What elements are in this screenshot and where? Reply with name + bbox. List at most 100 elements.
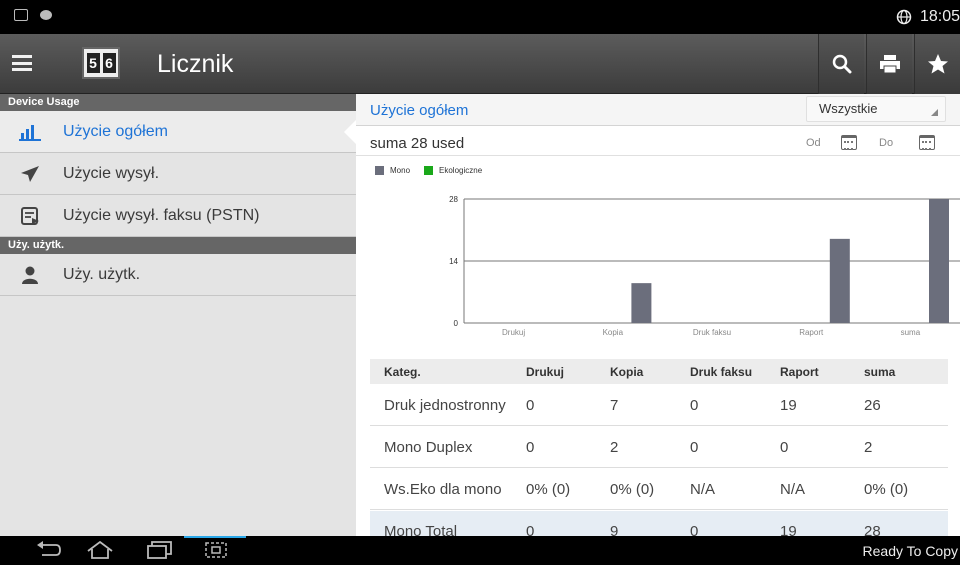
table-cell: 0 (780, 438, 789, 456)
table-cell: N/A (690, 480, 716, 498)
table-row-total: Mono Total 0 9 0 19 28 (370, 511, 948, 536)
table-cell: Mono Duplex (384, 438, 473, 456)
table-row: Druk jednostronny 0 7 0 19 26 (370, 385, 948, 426)
menu-icon[interactable] (12, 55, 32, 71)
sidebar-item-total-usage[interactable]: Użycie ogółem (0, 111, 357, 153)
table-cell: N/A (780, 480, 806, 498)
table-cell: 0 (526, 438, 535, 456)
table-cell: 2 (864, 438, 873, 456)
y-tick-label: 0 (454, 319, 459, 328)
bar-suma (929, 199, 949, 323)
sidebar-item-label: Użycie ogółem (63, 122, 168, 140)
y-tick-label: 28 (449, 195, 458, 204)
x-tick-label: Druk faksu (693, 328, 731, 337)
table-cell: Mono Total (384, 522, 458, 537)
table-cell: 0 (526, 522, 535, 537)
table-row: Ws.Eko dla mono 0% (0) 0% (0) N/A N/A 0%… (370, 469, 948, 510)
back-icon[interactable] (36, 541, 62, 559)
table-cell: 9 (610, 522, 619, 537)
printer-status-text: Ready To Copy (862, 543, 958, 559)
print-button[interactable] (866, 34, 912, 94)
star-icon (927, 54, 948, 74)
image-icon (14, 9, 28, 21)
chart-legend: Mono Ekologiczne (375, 166, 482, 175)
main-panel: Użycie ogółem Wszystkie suma 28 used Od … (356, 94, 960, 536)
search-icon (832, 54, 851, 74)
table-cell: 0% (0) (610, 480, 655, 498)
date-to-label: Do (879, 137, 894, 149)
summary-total: suma 28 used (370, 135, 465, 152)
table-cell: 0 (690, 396, 699, 414)
x-tick-label: Raport (799, 328, 824, 337)
clock: 18:05 (919, 8, 960, 25)
table-cell: Druk jednostronny (384, 396, 506, 414)
table-cell: 0 (526, 396, 535, 414)
legend-label-mono: Mono (390, 166, 411, 175)
bug-icon (40, 10, 52, 20)
active-indicator (184, 536, 246, 538)
sidebar: Device Usage Użycie ogółem Użycie wysył. (0, 94, 357, 536)
recent-apps-icon[interactable] (146, 541, 174, 559)
table-cell: 0 (690, 438, 699, 456)
page-title: Użycie ogółem (370, 102, 469, 119)
section-header-device-usage: Device Usage (0, 94, 356, 111)
bar-kopia (631, 283, 652, 323)
legend-swatch-eco (424, 166, 434, 175)
table-cell: 0 (690, 522, 699, 537)
section-header-user-usage: Uży. użytk. (0, 237, 356, 254)
filter-dropdown[interactable]: Wszystkie (806, 96, 946, 122)
bar-chart-icon (18, 123, 42, 141)
column-header: suma (864, 364, 896, 379)
table-row: Mono Duplex 0 2 0 0 2 (370, 427, 948, 468)
column-header: Kateg. (384, 364, 421, 379)
x-tick-label: Kopia (603, 328, 624, 337)
x-tick-label: Drukuj (502, 328, 525, 337)
sidebar-item-send-usage[interactable]: Użycie wysył. (0, 153, 356, 195)
app-title: Licznik (157, 50, 234, 78)
fax-icon (18, 206, 42, 226)
table-cell: 0% (0) (864, 480, 909, 498)
table-header: Kateg. Drukuj Kopia Druk faksu Raport su… (370, 359, 948, 384)
table-cell: 2 (610, 438, 619, 456)
legend-swatch-mono (375, 166, 384, 175)
column-header: Drukuj (526, 364, 565, 379)
summary-row: suma 28 used Od Do (356, 126, 960, 156)
table-cell: 0% (0) (526, 480, 571, 498)
column-header: Kopia (610, 364, 644, 379)
table-cell: 7 (610, 396, 619, 414)
favorite-button[interactable] (914, 34, 960, 94)
app-logo: 5 6 (82, 47, 120, 79)
table-cell: 19 (780, 396, 797, 414)
sidebar-item-fax-usage[interactable]: Użycie wysył. faksu (PSTN) (0, 195, 356, 237)
sidebar-item-user-usage[interactable]: Uży. użytk. (0, 254, 356, 296)
search-button[interactable] (818, 34, 864, 94)
x-tick-label: suma (901, 328, 921, 337)
column-header: Raport (780, 364, 819, 379)
home-icon[interactable] (86, 541, 114, 559)
filter-selected-value: Wszystkie (819, 101, 878, 116)
main-header: Użycie ogółem Wszystkie (356, 94, 960, 126)
screenshot-icon[interactable] (204, 541, 228, 559)
user-icon (18, 266, 42, 284)
date-to-calendar-icon[interactable] (919, 135, 935, 150)
action-bar: 5 6 Licznik (0, 34, 960, 94)
date-from-label: Od (806, 137, 821, 149)
date-from-calendar-icon[interactable] (841, 135, 857, 150)
system-nav-bar: Ready To Copy (0, 536, 960, 565)
table-cell: 26 (864, 396, 881, 414)
legend-label-eco: Ekologiczne (439, 166, 483, 175)
table-cell: 28 (864, 522, 881, 537)
sidebar-item-label: Użycie wysył. (63, 164, 160, 182)
send-icon (18, 165, 42, 183)
sidebar-item-label: Uży. użytk. (63, 265, 141, 283)
table-cell: 19 (780, 522, 797, 537)
column-header: Druk faksu (690, 364, 753, 379)
print-icon (879, 55, 900, 74)
usage-bar-chart: 0 14 28 Drukuj Kopia Druk faksu Raport suma (449, 195, 960, 337)
table-cell: Ws.Eko dla mono (384, 480, 502, 498)
bar-raport (829, 238, 850, 323)
y-tick-label: 14 (449, 257, 458, 266)
status-bar: 18:05 (0, 0, 960, 34)
sidebar-item-label: Użycie wysył. faksu (PSTN) (63, 206, 260, 224)
globe-icon (896, 9, 912, 25)
